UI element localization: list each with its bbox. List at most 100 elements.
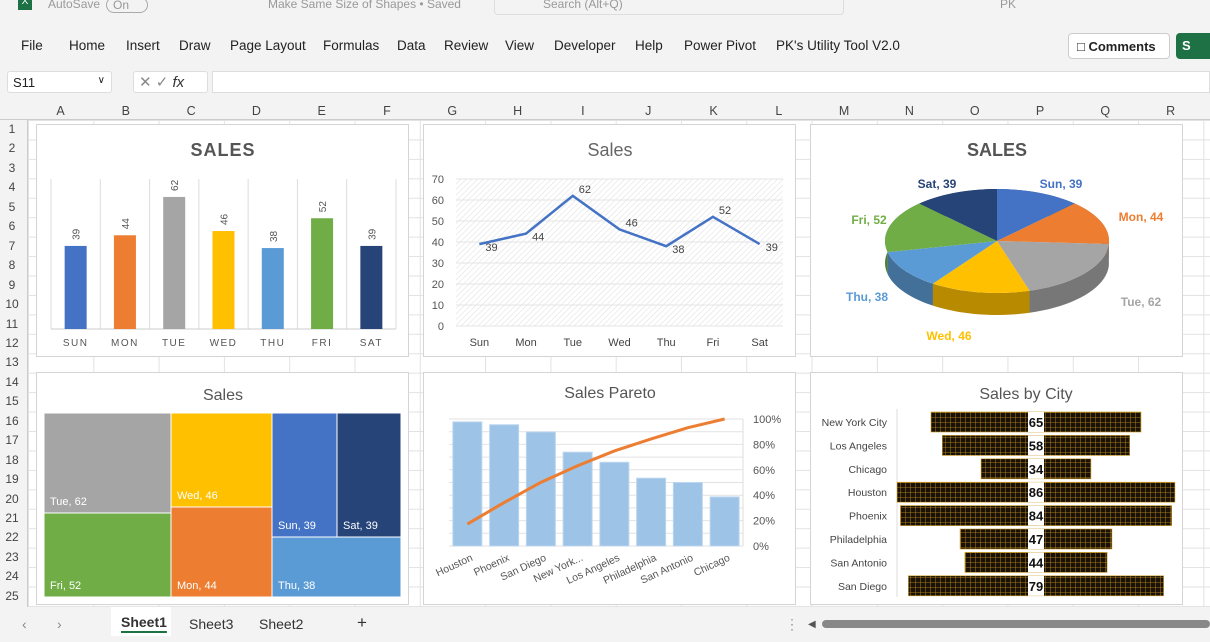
row-header[interactable]: 12: [0, 336, 24, 350]
row-header[interactable]: 19: [0, 472, 24, 486]
bar-sat: [360, 245, 383, 329]
data-label: Sun, 39: [1040, 177, 1083, 191]
column-header[interactable]: A: [28, 104, 93, 118]
autosave-toggle[interactable]: On: [106, 0, 149, 13]
y2-tick-label: 100%: [753, 414, 781, 426]
menu-formulas[interactable]: Formulas: [323, 38, 379, 53]
column-header[interactable]: N: [877, 104, 942, 118]
x-tick-label: Sun: [470, 337, 490, 349]
tab-sheet1[interactable]: Sheet1: [111, 607, 171, 636]
scroll-right-icon[interactable]: ›: [57, 616, 62, 632]
data-label: Tue, 62: [1121, 295, 1162, 309]
column-header[interactable]: K: [681, 104, 746, 118]
column-header[interactable]: J: [616, 104, 681, 118]
column-header[interactable]: O: [942, 104, 1007, 118]
row-header[interactable]: 16: [0, 414, 24, 428]
column-header[interactable]: G: [420, 104, 485, 118]
formula-input[interactable]: [212, 71, 1210, 93]
check-icon[interactable]: ✓: [156, 74, 169, 91]
menu-data[interactable]: Data: [397, 38, 426, 53]
column-header[interactable]: C: [159, 104, 224, 118]
tile-label: Fri, 52: [50, 580, 81, 592]
column-header[interactable]: E: [289, 104, 354, 118]
row-header[interactable]: 9: [0, 278, 24, 292]
x-tick-label: WED: [210, 338, 238, 349]
row-header[interactable]: 11: [0, 317, 24, 331]
row-header[interactable]: 20: [0, 492, 24, 506]
fx-icon[interactable]: fx: [173, 74, 185, 91]
row-header[interactable]: 5: [0, 200, 24, 214]
menu-help[interactable]: Help: [635, 38, 663, 53]
column-header[interactable]: R: [1138, 104, 1203, 118]
row-header[interactable]: 15: [0, 394, 24, 408]
scroll-left-icon[interactable]: ‹: [22, 616, 27, 632]
row-header[interactable]: 4: [0, 180, 24, 194]
chart-treemap-sales[interactable]: Sales Tue, 62 Fri, 52 Wed, 46 Mon, 44 Sun, 39…: [36, 372, 409, 605]
column-header[interactable]: D: [224, 104, 289, 118]
row-header[interactable]: 17: [0, 433, 24, 447]
more-options-icon[interactable]: ⋮: [785, 616, 799, 633]
chart-title: Sales by City: [979, 386, 1072, 403]
row-header[interactable]: 25: [0, 589, 24, 603]
y-tick-label: 0: [438, 321, 444, 333]
bar-fri: [311, 218, 334, 329]
row-header[interactable]: 1: [0, 122, 24, 136]
menu-draw[interactable]: Draw: [179, 38, 211, 53]
row-header[interactable]: 23: [0, 550, 24, 564]
scroll-left-arrow-icon[interactable]: ◀: [808, 619, 816, 630]
row-header[interactable]: 2: [0, 141, 24, 155]
horizontal-scrollbar[interactable]: [822, 620, 1210, 628]
column-header[interactable]: F: [355, 104, 420, 118]
menu-file[interactable]: File: [21, 38, 43, 53]
row-header[interactable]: 6: [0, 219, 24, 233]
column-header[interactable]: I: [550, 104, 615, 118]
chart-bar-sales[interactable]: SALES 39 SUN 44 MON 62 TUE 46 WED 38 THU 52 FRI 39 SAT: [36, 124, 409, 357]
x-tick-label: FRI: [312, 338, 333, 349]
add-sheet-button[interactable]: +: [357, 613, 367, 633]
menu-view[interactable]: View: [505, 38, 534, 53]
document-title[interactable]: Make Same Size of Shapes • Saved: [268, 0, 461, 11]
row-header[interactable]: 7: [0, 239, 24, 253]
chart-pareto-sales[interactable]: Sales Pareto 0% 20% 40% 60% 80% 100% Houston Pho…: [423, 372, 796, 605]
menu-home[interactable]: Home: [69, 38, 105, 53]
chart-pie-sales[interactable]: SALES Sun, 39 Mon, 44 Tue, 62 Wed, 46 Thu, 38…: [810, 124, 1183, 357]
column-header[interactable]: L: [746, 104, 811, 118]
column-header[interactable]: H: [485, 104, 550, 118]
comments-button[interactable]: □ Comments: [1068, 33, 1170, 59]
data-label: Sat, 39: [918, 177, 957, 191]
search-input[interactable]: Search (Alt+Q): [494, 0, 844, 15]
x-tick-label: Tue: [564, 337, 583, 349]
row-header[interactable]: 21: [0, 511, 24, 525]
chart-sales-by-city[interactable]: Sales by City New York City 65 Los Angeles 5…: [810, 372, 1183, 605]
menu-pk-utility-tool[interactable]: PK's Utility Tool V2.0: [776, 38, 900, 53]
menu-insert[interactable]: Insert: [126, 38, 160, 53]
row-header[interactable]: 24: [0, 569, 24, 583]
y-tick-label: Houston: [848, 487, 887, 499]
name-box[interactable]: S11 ∨: [7, 71, 112, 93]
row-header[interactable]: 22: [0, 530, 24, 544]
menu-review[interactable]: Review: [444, 38, 488, 53]
row-header[interactable]: 3: [0, 161, 24, 175]
row-header[interactable]: 14: [0, 375, 24, 389]
column-header[interactable]: B: [93, 104, 158, 118]
row-header[interactable]: 8: [0, 258, 24, 272]
excel-logo-icon: X: [18, 0, 32, 10]
x-tick-label: Fri: [707, 337, 720, 349]
column-header[interactable]: Q: [1073, 104, 1138, 118]
tab-sheet2[interactable]: Sheet2: [259, 616, 303, 632]
chart-line-sales[interactable]: Sales 0 10 20 30 40 50 60 70 39 Sun 44 Mon 62 Tue 46 Wed…: [423, 124, 796, 357]
data-label: 46: [220, 213, 231, 225]
cancel-icon[interactable]: ✕: [139, 74, 152, 91]
menu-developer[interactable]: Developer: [554, 38, 616, 53]
data-label: 39: [72, 228, 83, 240]
tab-sheet3[interactable]: Sheet3: [189, 616, 233, 632]
column-header[interactable]: M: [812, 104, 877, 118]
share-button[interactable]: S: [1176, 33, 1210, 59]
row-header[interactable]: 18: [0, 453, 24, 467]
column-header[interactable]: P: [1008, 104, 1073, 118]
menu-page-layout[interactable]: Page Layout: [230, 38, 306, 53]
row-header[interactable]: 10: [0, 297, 24, 311]
menu-power-pivot[interactable]: Power Pivot: [684, 38, 756, 53]
data-label: 44: [1029, 555, 1044, 570]
row-header[interactable]: 13: [0, 355, 24, 369]
